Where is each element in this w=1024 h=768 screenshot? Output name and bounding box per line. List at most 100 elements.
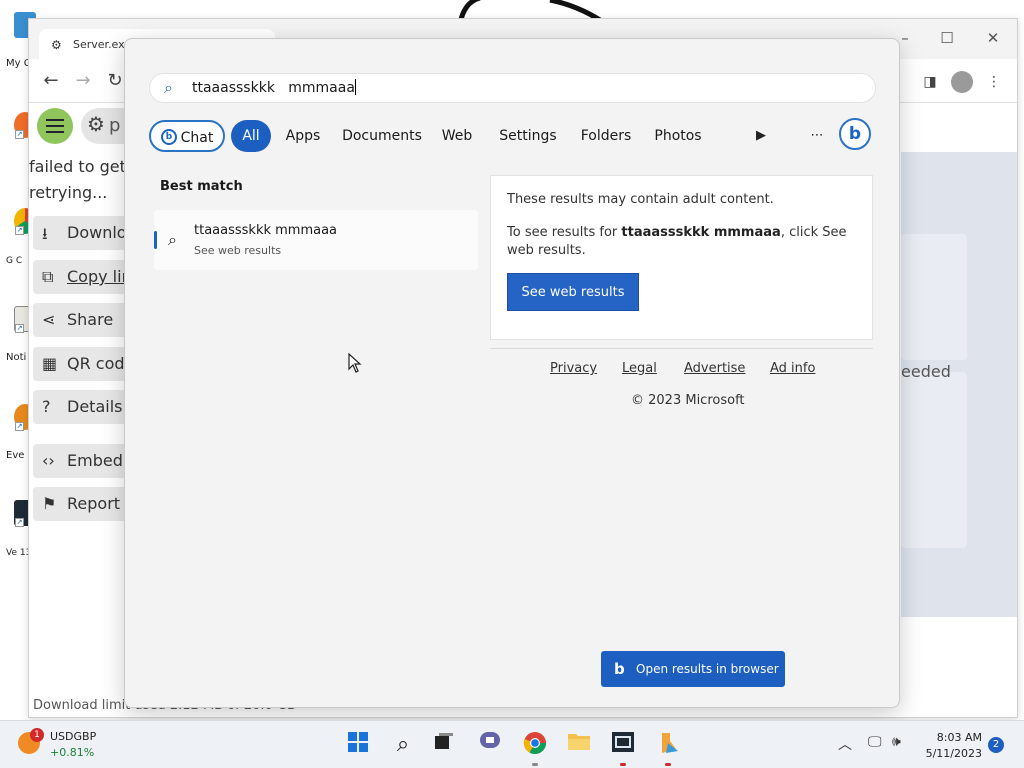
search-icon: ⌕ [168, 230, 177, 249]
shortcut-arrow-icon: ↗ [15, 130, 24, 139]
menu-button[interactable] [37, 108, 73, 144]
filter-photos-label: Photos [654, 128, 702, 144]
running-indicator [620, 763, 626, 766]
privacy-link[interactable]: Privacy [550, 361, 597, 376]
chat-glyph [480, 732, 500, 748]
search-input[interactable]: ⌕ ttaaassskkk mmmaaa [149, 73, 876, 103]
filter-documents[interactable]: Documents [335, 120, 429, 152]
see-results-query: ttaaassskkk mmmaaa [621, 225, 781, 240]
clock[interactable]: 8:03 AM 5/11/2023 [914, 730, 982, 762]
filter-folders-label: Folders [580, 128, 632, 144]
best-match-heading: Best match [160, 179, 243, 194]
content-card [901, 372, 967, 548]
widget-ticker-change: +0.81% [50, 746, 95, 759]
advertise-link[interactable]: Advertise [684, 361, 745, 376]
desktop-icon-label: Eve [6, 450, 25, 461]
copy-link-label: Copy lin [67, 267, 132, 286]
start-button[interactable] [344, 731, 372, 759]
film-glyph [612, 732, 634, 752]
filter-photos[interactable]: Photos [645, 120, 711, 152]
user-initial: p [108, 115, 121, 136]
notification-badge[interactable]: 2 [988, 737, 1004, 753]
legal-link[interactable]: Legal [622, 361, 657, 376]
widget-ticker-name: USDGBP [50, 730, 97, 743]
tray-overflow-icon[interactable]: ︿ [838, 734, 852, 754]
filter-bar: b Chat All Apps Documents Web Settings F… [149, 118, 876, 152]
background-pattern: eeded [901, 152, 1017, 617]
adult-content-notice: These results may contain adult content. [507, 192, 774, 207]
filter-apps[interactable]: Apps [277, 120, 329, 152]
profile-avatar-icon[interactable] [951, 71, 973, 93]
app-taskbar-icon[interactable] [654, 731, 682, 759]
shortcut-arrow-icon: ↗ [15, 324, 24, 333]
task-view-glyph [435, 733, 453, 749]
download-label: Downlo [67, 223, 127, 242]
search-query: ttaaassskkk mmmaaa [192, 80, 355, 96]
filter-web-label: Web [441, 128, 473, 144]
filter-all[interactable]: All [231, 120, 271, 152]
best-match-subtitle: See web results [194, 244, 282, 257]
app-glyph [662, 733, 678, 753]
copyright-text: © 2023 Microsoft [631, 393, 745, 408]
peek-text: eeded [901, 362, 951, 381]
filter-chat-label: Chat [180, 130, 214, 146]
folder-glyph [568, 734, 590, 750]
chrome-taskbar-icon[interactable] [521, 731, 549, 759]
see-results-prefix: To see results for [507, 225, 622, 240]
play-more-filters-icon[interactable]: ▶ [749, 124, 773, 148]
shortcut-arrow-icon: ↗ [15, 518, 24, 527]
open-results-in-browser-button[interactable]: b Open results in browser [601, 651, 785, 687]
maximize-icon[interactable]: ☐ [927, 25, 967, 51]
download-icon: ⭳ [42, 224, 48, 243]
windows-icon [348, 732, 368, 752]
file-explorer-icon[interactable] [565, 731, 593, 759]
taskbar: 1 USDGBP +0.81% ⌕ ︿ 🖵 🕪 8:03 AM 5/11/202… [0, 720, 1024, 768]
share-icon: ⋖ [42, 310, 56, 329]
task-view-icon[interactable] [430, 731, 458, 759]
copy-icon: ⧉ [42, 267, 54, 286]
hamburger-line [46, 131, 64, 133]
video-editor-taskbar-icon[interactable] [609, 731, 637, 759]
close-icon[interactable]: ✕ [973, 25, 1013, 51]
bing-icon: b [614, 660, 625, 678]
filter-settings-label: Settings [499, 128, 557, 144]
chrome-glyph [523, 732, 546, 754]
filter-chat[interactable]: b Chat [149, 120, 225, 152]
forward-icon[interactable]: → [71, 69, 95, 93]
see-web-results-button[interactable]: See web results [507, 273, 639, 311]
taskbar-search-icon[interactable]: ⌕ [389, 731, 417, 759]
filter-settings[interactable]: Settings [489, 120, 567, 152]
widget-badge: 1 [30, 728, 44, 742]
back-icon[interactable]: ← [39, 69, 63, 93]
volume-icon[interactable]: 🕪 [892, 734, 901, 750]
retry-text: retrying... [29, 183, 108, 202]
share-label: Share [67, 310, 114, 329]
help-icon: ? [42, 397, 51, 416]
side-panel-icon[interactable]: ◨ [919, 71, 941, 93]
content-card [901, 234, 967, 360]
search-flyout: ⌕ ttaaassskkk mmmaaa b Chat All Apps Doc… [124, 38, 900, 708]
web-preview-card: These results may contain adult content.… [490, 175, 873, 340]
status-message: failed to get retrying... [29, 154, 126, 206]
desktop-icon-label: Noti [6, 352, 27, 363]
widget-ticker[interactable]: 1 USDGBP +0.81% [18, 728, 108, 762]
browser-menu-icon[interactable]: ⋮ [983, 71, 1005, 93]
hamburger-line [46, 125, 64, 127]
best-match-item[interactable]: ⌕ ttaaassskkk mmmaaa See web results [154, 210, 478, 270]
flag-icon: ⚑ [42, 494, 57, 513]
best-match-title: ttaaassskkk mmmaaa [194, 223, 338, 238]
teams-chat-icon[interactable] [476, 731, 504, 759]
embed-label: Embed [67, 451, 123, 470]
more-options-icon[interactable]: ⋯ [805, 124, 829, 148]
tab-favicon-icon: ⚙ [51, 38, 62, 52]
code-icon: ‹› [42, 451, 55, 470]
filter-documents-label: Documents [342, 128, 422, 144]
filter-all-label: All [242, 128, 260, 144]
filter-web[interactable]: Web [435, 120, 479, 152]
network-icon[interactable]: 🖵 [868, 734, 882, 750]
ad-info-link[interactable]: Ad info [770, 361, 815, 376]
bing-chat-icon[interactable]: b [839, 118, 871, 150]
filter-folders[interactable]: Folders [571, 120, 641, 152]
see-results-text: To see results for ttaaassskkk mmmaaa, c… [507, 224, 863, 260]
tab-title: Server.exe [73, 38, 132, 51]
